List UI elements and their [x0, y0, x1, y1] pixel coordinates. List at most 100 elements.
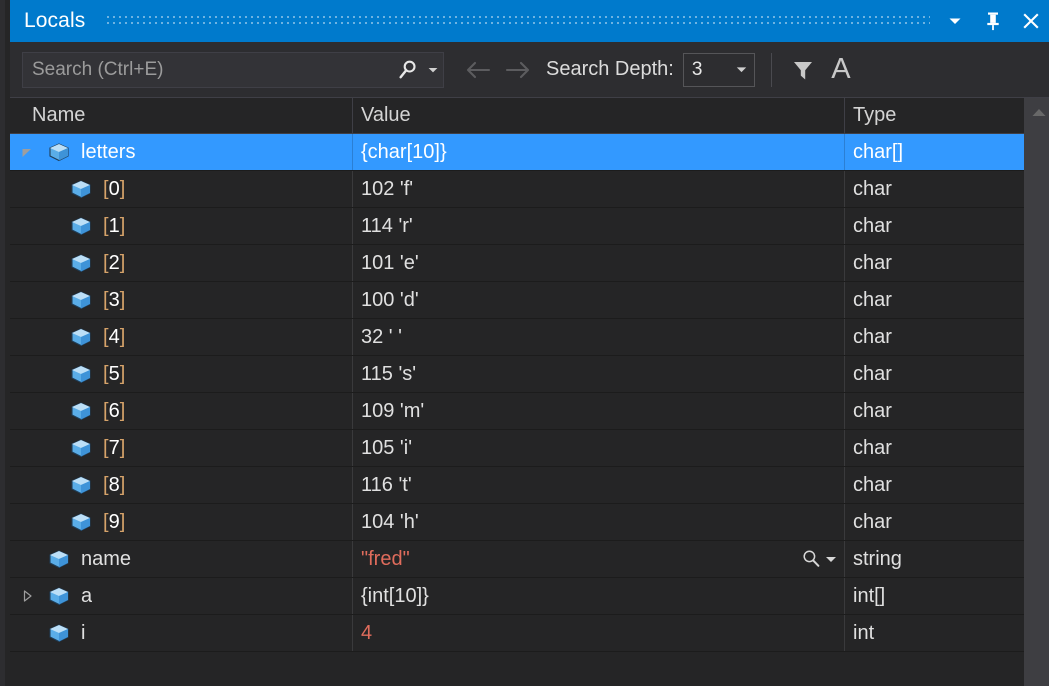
variable-value: {char[10]}	[361, 141, 447, 164]
variable-type: char	[853, 289, 892, 312]
table-row[interactable]: [0]102 'f'char	[10, 171, 1024, 208]
table-row[interactable]: [6]109 'm'char	[10, 393, 1024, 430]
expand-toggle[interactable]	[10, 578, 44, 614]
table-row[interactable]: [8] 116 't' char	[10, 467, 1024, 504]
cell-value[interactable]: {int[10]}	[353, 578, 845, 614]
search-options-dropdown-button[interactable]	[423, 53, 443, 87]
cell-name: [4]	[10, 319, 353, 355]
vertical-scrollbar[interactable]	[1023, 98, 1049, 686]
pin-window-button[interactable]	[978, 6, 1008, 36]
twisty-spacer	[32, 208, 66, 244]
table-row[interactable]: letters{char[10]}char[]	[10, 134, 1024, 171]
titlebar-button-group	[940, 6, 1046, 36]
search-box[interactable]	[22, 52, 444, 88]
arrow-left-icon	[463, 59, 493, 81]
variable-name: [0]	[96, 178, 125, 201]
variable-type: char	[853, 400, 892, 423]
variable-type: char	[853, 474, 892, 497]
grid-body: Name Value Type letters{char[10]}char[][…	[10, 98, 1024, 686]
table-row[interactable]: [5]115 's'char	[10, 356, 1024, 393]
table-row[interactable]: [3] 100 'd' char	[10, 282, 1024, 319]
search-depth-dropdown-button[interactable]	[730, 54, 754, 86]
search-next-button[interactable]	[498, 50, 538, 90]
cell-value[interactable]: 105 'i'	[353, 430, 845, 466]
drag-handle-dots[interactable]	[107, 14, 930, 28]
field-icon-wrapper	[66, 363, 96, 385]
close-window-button[interactable]	[1016, 6, 1046, 36]
cell-name: [0]	[10, 171, 353, 207]
window-titlebar[interactable]: Locals	[10, 0, 1049, 42]
field-cube-icon	[69, 178, 93, 200]
cell-value[interactable]: {char[10]}	[353, 134, 845, 170]
twisty-spacer	[32, 430, 66, 466]
locals-debugger-window: Locals	[0, 0, 1049, 686]
variable-type: char[]	[853, 141, 903, 164]
search-previous-button[interactable]	[458, 50, 498, 90]
column-header-type[interactable]: Type	[845, 98, 1024, 133]
window-menu-dropdown-button[interactable]	[940, 6, 970, 36]
cell-type: int[]	[845, 578, 1024, 614]
cell-value[interactable]: "fred"	[353, 541, 845, 577]
cell-value[interactable]: 109 'm'	[353, 393, 845, 429]
field-cube-icon	[69, 437, 93, 459]
search-icon	[396, 58, 420, 82]
column-header-name[interactable]: Name	[10, 98, 353, 133]
variable-value: 101 'e'	[361, 252, 419, 275]
variable-name: a	[74, 585, 92, 608]
cell-type: char	[845, 467, 1024, 503]
cell-type: char	[845, 356, 1024, 392]
search-depth-combo[interactable]: 3	[683, 53, 755, 87]
grid-empty-space	[10, 652, 1024, 686]
expand-toggle[interactable]	[10, 134, 44, 170]
scroll-up-button[interactable]	[1024, 98, 1049, 126]
font-size-button[interactable]: A	[822, 51, 860, 89]
field-cube-icon	[69, 474, 93, 496]
table-row[interactable]: a {int[10]}int[]	[10, 578, 1024, 615]
twisty-spacer	[10, 615, 44, 651]
table-row[interactable]: [7]105 'i' char	[10, 430, 1024, 467]
chevron-down-icon[interactable]	[824, 552, 838, 566]
field-cube-icon	[69, 511, 93, 533]
cell-name: [9]	[10, 504, 353, 540]
table-row[interactable]: [9]104 'h'char	[10, 504, 1024, 541]
variable-name: [3]	[96, 289, 125, 312]
search-input[interactable]	[23, 59, 393, 81]
field-icon-wrapper	[44, 585, 74, 607]
cell-value[interactable]: 100 'd'	[353, 282, 845, 318]
cell-value[interactable]: 114 'r'	[353, 208, 845, 244]
cell-type: char	[845, 430, 1024, 466]
table-row[interactable]: name"fred"string	[10, 541, 1024, 578]
table-row[interactable]: [4]32 ' 'char	[10, 319, 1024, 356]
field-cube-icon	[69, 289, 93, 311]
column-header-value[interactable]: Value	[353, 98, 845, 133]
variable-name: [8]	[96, 474, 125, 497]
variable-type: char	[853, 437, 892, 460]
table-row[interactable]: [2]101 'e'char	[10, 245, 1024, 282]
variable-value: 116 't'	[361, 474, 412, 497]
twisty-spacer	[10, 541, 44, 577]
cell-value[interactable]: 4	[353, 615, 845, 651]
variable-value: 104 'h'	[361, 511, 419, 534]
table-row[interactable]: i4int	[10, 615, 1024, 652]
search-button[interactable]	[393, 53, 423, 87]
cell-name: [7]	[10, 430, 353, 466]
cell-value[interactable]: 102 'f'	[353, 171, 845, 207]
field-icon-wrapper	[66, 252, 96, 274]
cell-value[interactable]: 101 'e'	[353, 245, 845, 281]
cell-value[interactable]: 32 ' '	[353, 319, 845, 355]
variable-value: "fred"	[361, 548, 410, 571]
magnifier-icon[interactable]	[800, 548, 822, 570]
cell-value[interactable]: 115 's'	[353, 356, 845, 392]
triangle-expanded-icon	[20, 145, 34, 159]
cell-name: [5]	[10, 356, 353, 392]
filter-button[interactable]	[784, 51, 822, 89]
table-row[interactable]: [1]114 'r'char	[10, 208, 1024, 245]
field-icon-wrapper	[44, 141, 74, 163]
cell-value[interactable]: 104 'h'	[353, 504, 845, 540]
cell-value[interactable]: 116 't'	[353, 467, 845, 503]
field-cube-icon	[47, 548, 71, 570]
search-depth-value: 3	[684, 59, 730, 81]
cell-name: name	[10, 541, 353, 577]
variable-value: 4	[361, 622, 372, 645]
field-cube-icon	[69, 400, 93, 422]
